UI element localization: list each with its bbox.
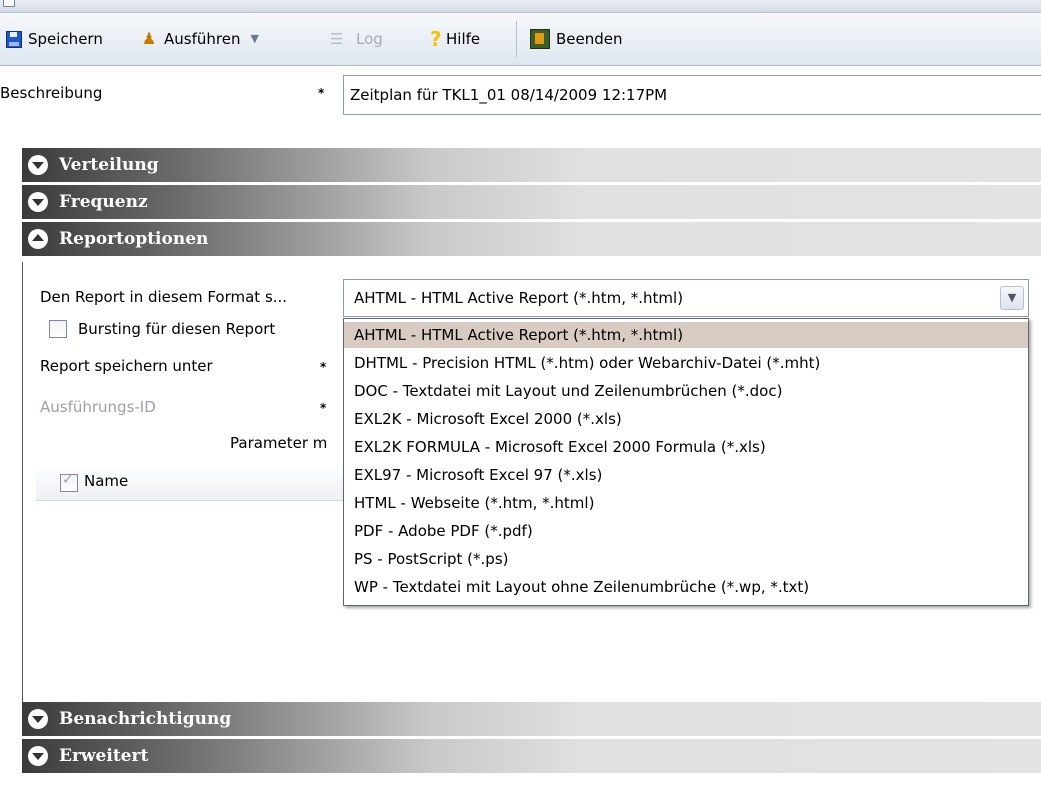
section-frequenz[interactable]: Frequenz xyxy=(22,185,1041,220)
collapse-chevron-up-icon xyxy=(28,229,48,249)
format-option[interactable]: DHTML - Precision HTML (*.htm) oder Weba… xyxy=(344,350,1028,376)
help-button[interactable]: ? Hilfe xyxy=(430,26,480,52)
expand-chevron-down-icon xyxy=(28,709,48,729)
description-label: Beschreibung xyxy=(0,84,103,102)
section-benachrichtigung[interactable]: Benachrichtigung xyxy=(22,702,1041,737)
format-option[interactable]: DOC - Textdatei mit Layout und Zeilenumb… xyxy=(344,378,1028,404)
parameter-grid-header: Name xyxy=(36,464,346,501)
toolbar-separator xyxy=(516,21,517,57)
format-label: Den Report in diesem Format s... xyxy=(40,288,288,306)
top-checkbox[interactable] xyxy=(3,0,15,7)
description-required-marker: * xyxy=(318,86,325,100)
expand-chevron-down-icon xyxy=(28,746,48,766)
format-select-value: AHTML - HTML Active Report (*.htm, *.htm… xyxy=(354,289,684,307)
format-option[interactable]: EXL97 - Microsoft Excel 97 (*.xls) xyxy=(344,462,1028,488)
section-erweitert[interactable]: Erweitert xyxy=(22,739,1041,774)
section-verteilung[interactable]: Verteilung xyxy=(22,148,1041,183)
format-select[interactable]: AHTML - HTML Active Report (*.htm, *.htm… xyxy=(343,279,1029,317)
bursting-checkbox[interactable] xyxy=(49,320,67,338)
exit-button[interactable]: Beenden xyxy=(530,26,623,52)
format-option[interactable]: WP - Textdatei mit Layout ohne Zeilenumb… xyxy=(344,574,1028,600)
save-button[interactable]: Speichern xyxy=(6,26,103,52)
execution-id-label: Ausführungs-ID xyxy=(40,398,156,416)
log-button[interactable]: ☰ Log xyxy=(330,26,383,52)
expand-chevron-down-icon xyxy=(28,155,48,175)
run-button[interactable]: ♟ Ausführen ▼ xyxy=(140,26,259,52)
format-option[interactable]: PS - PostScript (*.ps) xyxy=(344,546,1028,572)
exit-icon xyxy=(530,29,550,49)
format-option[interactable]: HTML - Webseite (*.htm, *.html) xyxy=(344,490,1028,516)
save-as-required-marker: * xyxy=(320,360,327,374)
help-question-icon: ? xyxy=(430,27,442,51)
grid-column-name[interactable]: Name xyxy=(84,472,128,490)
description-input[interactable]: Zeitplan für TKL1_01 08/14/2009 12:17PM xyxy=(343,75,1041,115)
save-disk-icon xyxy=(6,30,22,48)
section-reportoptionen[interactable]: Reportoptionen xyxy=(22,222,1041,257)
toolbar: Speichern ♟ Ausführen ▼ ☰ Log ? Hilfe Be… xyxy=(0,13,1041,66)
log-icon: ☰ xyxy=(330,30,344,48)
expand-chevron-down-icon xyxy=(28,192,48,212)
format-option[interactable]: PDF - Adobe PDF (*.pdf) xyxy=(344,518,1028,544)
execution-id-required-marker: * xyxy=(320,401,327,415)
format-option[interactable]: EXL2K - Microsoft Excel 2000 (*.xls) xyxy=(344,406,1028,432)
save-as-label: Report speichern unter xyxy=(40,357,213,375)
chevron-down-icon[interactable]: ▼ xyxy=(1000,286,1024,310)
run-person-icon: ♟ xyxy=(141,29,157,48)
format-option[interactable]: AHTML - HTML Active Report (*.htm, *.htm… xyxy=(344,322,1028,348)
select-all-checkbox[interactable] xyxy=(60,472,78,492)
format-option[interactable]: EXL2K FORMULA - Microsoft Excel 2000 For… xyxy=(344,434,1028,460)
run-dropdown-arrow-icon[interactable]: ▼ xyxy=(250,26,258,52)
parameter-label: Parameter m xyxy=(230,434,328,452)
format-dropdown-list: AHTML - HTML Active Report (*.htm, *.htm… xyxy=(343,318,1029,606)
bursting-label: Bursting für diesen Report xyxy=(78,320,276,338)
window-top-strip xyxy=(0,0,1041,13)
